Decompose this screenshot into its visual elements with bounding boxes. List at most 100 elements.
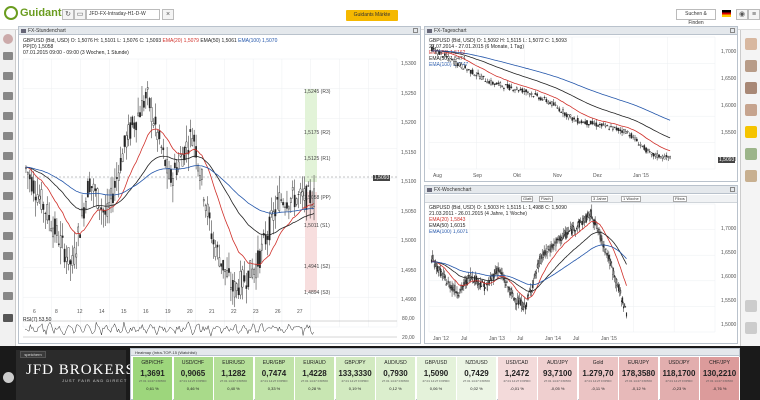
heatmap-tile[interactable]: Gold 1.279,70 27.01 14:27 FXPRO -0,11 % (578, 357, 619, 400)
hourly-candle (253, 268, 255, 275)
settings-icon[interactable] (3, 372, 14, 383)
daily-candle (641, 145, 644, 147)
heatmap-tile[interactable]: AUD/JPY 93,7100 27.01 14:27 FXPRO -0,05 % (538, 357, 578, 400)
weekly-chart-panel[interactable]: FX-Wochenchart Glatt Flach 3 Jahre 1 Woc… (424, 185, 738, 344)
weekly-candle (588, 217, 590, 219)
ema50-line (431, 50, 671, 139)
avatar[interactable] (745, 60, 757, 72)
hourly-candle (42, 204, 45, 210)
daily-candle (517, 90, 520, 92)
chart-icon[interactable] (3, 92, 13, 100)
daily-candle (571, 117, 574, 121)
avatar[interactable] (745, 38, 757, 50)
daily-candle (539, 97, 542, 101)
weekly-candle (440, 271, 442, 273)
hourly-candle (288, 206, 290, 210)
tile-symbol: EUR/JPY (627, 360, 650, 366)
avatar[interactable] (745, 82, 757, 94)
daily-candle (493, 83, 496, 85)
layout-icon[interactable]: ▭ (74, 9, 86, 20)
hourly-candle (69, 260, 72, 265)
avatar[interactable] (3, 34, 13, 44)
grid-icon[interactable] (3, 212, 13, 220)
weekly-candle (432, 259, 434, 261)
weekly-candle (600, 234, 602, 242)
guidants-markets-button[interactable]: Guidants Märkte (346, 10, 398, 21)
menu-icon[interactable]: ≡ (748, 9, 760, 20)
weekly-candle (615, 277, 617, 284)
search-button[interactable]: Suchen & Finden (676, 9, 716, 26)
heatmap-tile[interactable]: USD/CAD 1,2472 27.01 14:27 FXPRO -0,01 % (497, 357, 538, 400)
weekly-candle (457, 294, 459, 297)
mobile-icon[interactable] (3, 72, 13, 80)
weekly-candle (568, 230, 570, 232)
heatmap-tile[interactable]: EUR/JPY 178,3580 27.01 14:27 FXPRO -0,12 % (619, 357, 659, 400)
help-icon[interactable] (3, 272, 13, 280)
weekly-candle (544, 252, 546, 254)
hourly-candle (259, 250, 261, 268)
weekly-candle (450, 286, 452, 288)
user-icon[interactable]: ◉ (736, 9, 748, 20)
daily-price-chart[interactable] (425, 27, 738, 182)
heatmap-tile[interactable]: AUD/USD 0,7930 27.01 14:27 FXPRO 0,12 % (376, 357, 416, 400)
tile-price: 1,4228 (302, 369, 327, 378)
hourly-candle (195, 146, 197, 158)
heatmap-tile[interactable]: EUR/AUD 1,4228 27.01 14:27 FXPRO 0,28 % (295, 357, 335, 400)
document-icon[interactable] (3, 232, 13, 240)
weekly-candle (611, 265, 613, 267)
weekly-candle (599, 231, 601, 240)
chat-icon[interactable] (3, 292, 13, 300)
table-icon[interactable] (3, 192, 13, 200)
gauge-icon[interactable] (3, 152, 13, 160)
heatmap-tile[interactable]: EUR/USD 1,1282 27.01 14:27 FXPRO 0,40 % (214, 357, 254, 400)
daily-candle (611, 126, 614, 131)
hourly-price-chart[interactable] (19, 27, 421, 344)
weekly-candle (549, 249, 551, 252)
language-flag-icon[interactable] (722, 10, 731, 17)
heatmap-tile[interactable]: USD/CHF 0,9065 27.01 14:27 FXPRO 0,46 % (173, 357, 214, 400)
guidants-icon[interactable] (745, 126, 757, 138)
weekly-candle (537, 262, 539, 269)
x-axis-tick: 20 (187, 309, 193, 315)
heatmap-tile[interactable]: GBP/USD 1,5090 27.01 14:27 FXPRO 0,06 % (416, 357, 457, 400)
heatmap-tile[interactable]: CHF/JPY 130,2210 27.01 14:27 FXPRO -0,76 % (700, 357, 740, 400)
workspace-select[interactable]: JFD-FX-Intraday-H1-D-W (86, 9, 160, 20)
weekly-candle (504, 279, 506, 284)
x-axis-tick: Jul (461, 336, 468, 342)
close-icon[interactable]: × (162, 9, 174, 20)
guidants-logo[interactable]: Guidants (4, 6, 68, 20)
save-button[interactable]: speichern (20, 351, 46, 358)
hourly-candle (210, 233, 213, 240)
heatmap-tile[interactable]: USD/JPY 118,1700 27.01 14:27 FXPRO -0,23 % (659, 357, 700, 400)
hourly-candle (83, 207, 85, 219)
heatmap-tile[interactable]: GBP/JPY 133,3330 27.01 14:27 FXPRO 0,19 % (335, 357, 376, 400)
refresh-icon[interactable]: ↻ (62, 9, 74, 20)
heatmap-panel[interactable]: Heatmap (Intra-TOP-15 (Watchlist) GBP/CH… (130, 348, 740, 400)
list-icon[interactable] (3, 132, 13, 140)
tile-symbol: EUR/AUD (303, 360, 326, 366)
avatar[interactable] (745, 300, 757, 312)
news-icon[interactable] (3, 172, 13, 180)
weekly-candle (510, 288, 512, 291)
avatar[interactable] (745, 148, 757, 160)
hourly-candle (307, 185, 310, 187)
heatmap-tile[interactable]: GBP/CHF 1,3691 27.01 14:27 FXPRO 0,61 % (133, 357, 173, 400)
daily-chart-panel[interactable]: FX-Tageschart GBPUSD (Bid, USD) O: 1,509… (424, 26, 738, 182)
weekly-price-chart[interactable] (425, 186, 738, 344)
hourly-chart-panel[interactable]: FX-Stundenchart GBPUSD (Bid, USD) O: 1,5… (18, 26, 421, 344)
monitor-icon[interactable] (3, 52, 13, 60)
heatmap-tile[interactable]: NZD/USD 0,7429 27.01 14:27 FXPRO 0,02 % (457, 357, 497, 400)
avatar[interactable] (745, 104, 757, 116)
tools-icon[interactable] (3, 252, 13, 260)
weekly-candle (563, 231, 565, 236)
weekly-candle (546, 251, 548, 254)
daily-candle (597, 125, 599, 127)
weekly-candle (608, 255, 610, 261)
briefcase-icon[interactable] (3, 112, 13, 120)
add-icon[interactable] (3, 314, 13, 322)
weekly-candle (511, 291, 513, 295)
avatar[interactable] (745, 322, 757, 334)
avatar[interactable] (745, 170, 757, 182)
hourly-candle (28, 174, 31, 180)
heatmap-tile[interactable]: EUR/GBP 0,7474 27.01 14:27 FXPRO 0,33 % (254, 357, 295, 400)
